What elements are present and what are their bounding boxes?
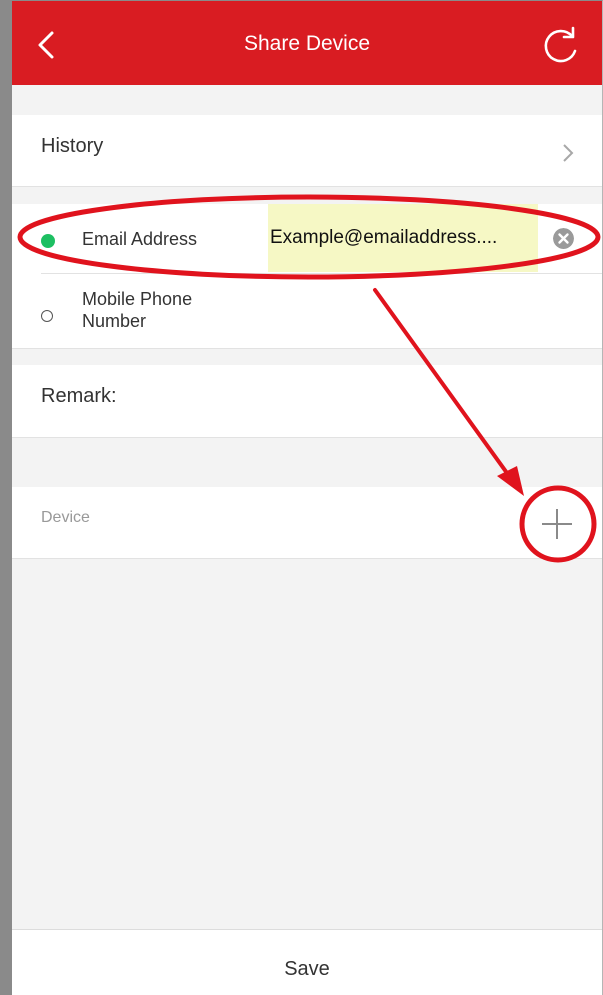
remark-row[interactable]: Remark:	[12, 365, 602, 438]
page-title: Share Device	[243, 32, 371, 55]
save-button[interactable]: Save	[12, 958, 602, 981]
contact-section: Email Address Example@emailaddress.... M…	[12, 204, 602, 349]
title-bar: Share Device	[12, 1, 602, 85]
device-frame: Share Device History Email Address Examp…	[0, 0, 603, 995]
app-screen: Share Device History Email Address Examp…	[12, 1, 602, 995]
email-radio-selected[interactable]	[41, 234, 55, 248]
mobile-phone-label[interactable]: Mobile Phone Number	[82, 288, 242, 332]
divider	[41, 273, 602, 274]
device-label: Device	[41, 509, 90, 526]
mobile-phone-label-line2: Number	[82, 311, 147, 331]
remark-label: Remark:	[41, 385, 117, 407]
email-address-label[interactable]: Email Address	[82, 229, 197, 250]
history-label: History	[41, 135, 104, 157]
device-row: Device	[12, 487, 602, 559]
history-row[interactable]: History	[12, 115, 602, 187]
email-input-value[interactable]: Example@emailaddress....	[270, 227, 497, 249]
footer-bar: Save	[12, 929, 602, 995]
phone-radio-unselected[interactable]	[41, 310, 53, 322]
clear-input-icon[interactable]	[553, 228, 574, 249]
mobile-phone-label-line1: Mobile Phone	[82, 289, 193, 309]
refresh-icon[interactable]	[538, 24, 582, 68]
add-device-plus-icon[interactable]	[541, 508, 573, 540]
chevron-right-icon	[563, 144, 574, 162]
